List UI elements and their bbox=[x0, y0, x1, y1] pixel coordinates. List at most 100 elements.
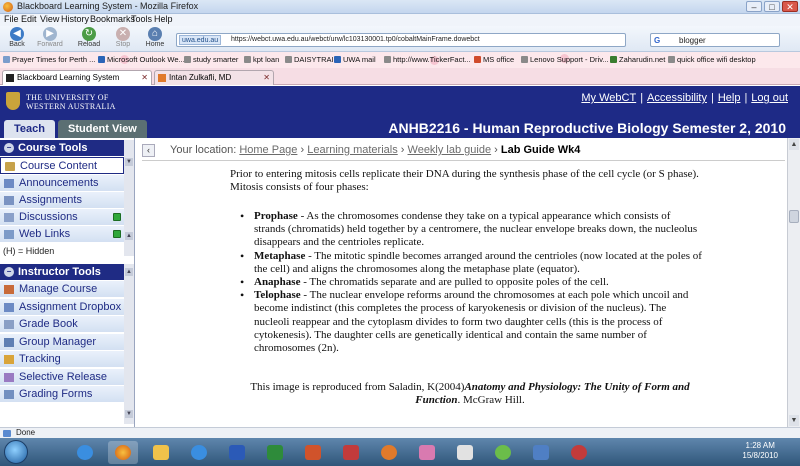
page-scrollbar[interactable]: ▲ ▼ bbox=[787, 138, 800, 427]
forward-button[interactable]: ▶ Forward bbox=[35, 27, 65, 48]
scroll-down-icon[interactable]: ▼ bbox=[789, 415, 799, 426]
taskbar-word-icon[interactable] bbox=[222, 441, 252, 464]
system-clock[interactable]: 1:28 AM 15/8/2010 bbox=[742, 441, 778, 461]
scrollbar-thumb[interactable] bbox=[789, 210, 799, 223]
status-bar: Done bbox=[0, 427, 800, 438]
bookmark-item[interactable]: Prayer Times for Perth ... bbox=[3, 55, 95, 64]
menu-help[interactable]: Help bbox=[154, 14, 173, 24]
menu-edit[interactable]: Edit bbox=[21, 14, 37, 24]
discussion-icon bbox=[4, 213, 14, 222]
menu-bookmarks[interactable]: Bookmarks bbox=[90, 14, 135, 24]
taskbar-powerpoint-icon[interactable] bbox=[298, 441, 328, 464]
list-item: Anaphase - The chromatids separate and a… bbox=[240, 276, 702, 289]
help-link[interactable]: Help bbox=[718, 92, 741, 104]
sidebar-scrollbar[interactable]: ▲ ▼ bbox=[124, 264, 134, 424]
bookmark-item[interactable]: http://www.TickerFact... bbox=[384, 55, 471, 64]
taskbar-app-icon[interactable] bbox=[488, 441, 518, 464]
collapse-sidebar-button[interactable]: ‹ bbox=[142, 144, 155, 157]
stop-button[interactable]: ✕ Stop bbox=[108, 27, 138, 48]
course-tools-heading[interactable]: − Course Tools bbox=[0, 140, 124, 156]
minimize-button[interactable]: – bbox=[746, 1, 762, 12]
megaphone-icon bbox=[4, 179, 14, 188]
taskbar-app-icon[interactable] bbox=[526, 441, 556, 464]
menu-history[interactable]: History bbox=[61, 14, 89, 24]
bookmark-item[interactable]: Zaharudin.net bbox=[610, 55, 665, 64]
site-identity-button[interactable]: uwa.edu.au bbox=[179, 35, 222, 45]
taskbar-excel-icon[interactable] bbox=[260, 441, 290, 464]
sidebar-item-assignment-dropbox[interactable]: Assignment Dropbox bbox=[0, 299, 124, 316]
my-webct-link[interactable]: My WebCT bbox=[581, 92, 636, 104]
taskbar-ie-icon[interactable] bbox=[70, 441, 100, 464]
chevron-double-down-icon[interactable]: ▼ bbox=[125, 158, 133, 166]
gradebook-icon bbox=[4, 320, 14, 329]
home-button[interactable]: ⌂ Home bbox=[140, 27, 170, 48]
browser-tab-intan[interactable]: Intan Zulkafli, MD ✕ bbox=[154, 70, 274, 85]
new-items-indicator-icon bbox=[113, 213, 121, 221]
sidebar-item-tracking[interactable]: Tracking bbox=[0, 351, 124, 368]
sidebar-scrollbar[interactable]: ▼ ▲ bbox=[124, 140, 134, 256]
bookmark-item[interactable]: Lenovo Support - Driv... bbox=[521, 55, 609, 64]
firefox-icon bbox=[3, 2, 13, 12]
forward-arrow-icon: ▶ bbox=[43, 27, 57, 41]
collapse-icon[interactable]: − bbox=[4, 143, 14, 153]
bookmark-item[interactable]: MS office bbox=[474, 55, 514, 64]
tab-teach[interactable]: Teach bbox=[4, 120, 55, 138]
reload-button[interactable]: ↻ Reload bbox=[74, 27, 104, 48]
sidebar-item-selective-release[interactable]: Selective Release bbox=[0, 369, 124, 386]
taskbar-explorer-icon[interactable] bbox=[184, 441, 214, 464]
dropbox-icon bbox=[4, 303, 14, 312]
address-bar[interactable]: uwa.edu.au https://webct.uwa.edu.au/webc… bbox=[176, 33, 626, 47]
close-tab-icon[interactable]: ✕ bbox=[263, 71, 270, 84]
taskbar-app-icon[interactable] bbox=[412, 441, 442, 464]
sidebar-item-web-links[interactable]: Web Links bbox=[0, 226, 124, 243]
scroll-up-icon[interactable]: ▲ bbox=[789, 139, 799, 150]
bookmark-item[interactable]: UWA mail bbox=[334, 55, 376, 64]
taskbar-firefox-icon[interactable] bbox=[108, 441, 138, 464]
sidebar-item-group-manager[interactable]: Group Manager bbox=[0, 334, 124, 351]
bookmark-item[interactable]: kpt loan bbox=[244, 55, 279, 64]
bookmark-item[interactable]: study smarter bbox=[184, 55, 238, 64]
search-box[interactable]: G blogger bbox=[650, 33, 780, 47]
tab-student-view[interactable]: Student View bbox=[58, 120, 147, 138]
bookmark-item[interactable]: quick office wifi desktop bbox=[668, 55, 756, 64]
scroll-down-icon[interactable]: ▼ bbox=[125, 410, 133, 418]
close-tab-icon[interactable]: ✕ bbox=[141, 71, 148, 84]
manage-icon bbox=[4, 285, 14, 294]
mail-icon bbox=[334, 56, 341, 63]
menu-tools[interactable]: Tools bbox=[131, 14, 152, 24]
accessibility-link[interactable]: Accessibility bbox=[647, 92, 707, 104]
sidebar-item-course-content[interactable]: Course Content bbox=[0, 157, 124, 174]
taskbar-app-icon[interactable] bbox=[450, 441, 480, 464]
reload-icon: ↻ bbox=[82, 27, 96, 41]
scroll-up-icon[interactable]: ▲ bbox=[125, 232, 133, 240]
scroll-up-icon[interactable]: ▲ bbox=[125, 268, 133, 276]
taskbar-app-icon[interactable] bbox=[336, 441, 366, 464]
breadcrumb-home-link[interactable]: Home Page bbox=[239, 144, 297, 156]
stop-icon: ✕ bbox=[116, 27, 130, 41]
sidebar-item-grading-forms[interactable]: Grading Forms bbox=[0, 386, 124, 403]
maximize-button[interactable]: □ bbox=[764, 1, 780, 12]
breadcrumb-learning-materials-link[interactable]: Learning materials bbox=[307, 144, 398, 156]
close-window-button[interactable]: ✕ bbox=[782, 1, 798, 12]
page-icon bbox=[384, 56, 391, 63]
collapse-icon[interactable]: − bbox=[4, 267, 14, 277]
taskbar-media-icon[interactable] bbox=[374, 441, 404, 464]
sidebar-item-discussions[interactable]: Discussions bbox=[0, 209, 124, 226]
taskbar-app-icon[interactable] bbox=[564, 441, 594, 464]
logout-link[interactable]: Log out bbox=[751, 92, 788, 104]
windows-start-button[interactable] bbox=[4, 440, 28, 464]
taskbar-outlook-icon[interactable] bbox=[146, 441, 176, 464]
breadcrumb-weekly-lab-guide-link[interactable]: Weekly lab guide bbox=[408, 144, 492, 156]
sidebar-item-manage-course[interactable]: Manage Course bbox=[0, 281, 124, 298]
sidebar-item-assignments[interactable]: Assignments bbox=[0, 192, 124, 209]
back-button[interactable]: ◀ Back bbox=[2, 27, 32, 48]
bookmark-item[interactable]: Microsoft Outlook We... bbox=[98, 55, 185, 64]
sidebar-item-announcements[interactable]: Announcements bbox=[0, 175, 124, 192]
browser-tab-blackboard[interactable]: Blackboard Learning System ✕ bbox=[2, 70, 152, 85]
menu-file[interactable]: File bbox=[4, 14, 19, 24]
sidebar-item-grade-book[interactable]: Grade Book bbox=[0, 316, 124, 333]
link-icon bbox=[4, 230, 14, 239]
instructor-tools-heading[interactable]: − Instructor Tools bbox=[0, 264, 124, 280]
bookmark-item[interactable]: DAISYTRAIL bbox=[285, 55, 338, 64]
menu-view[interactable]: View bbox=[40, 14, 59, 24]
